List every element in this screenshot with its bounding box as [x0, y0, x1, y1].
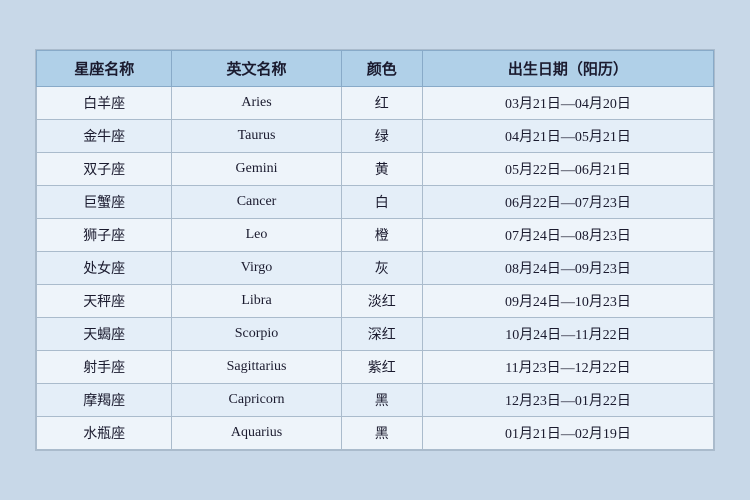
cell-english: Scorpio	[172, 318, 341, 351]
cell-english: Cancer	[172, 186, 341, 219]
cell-color: 橙	[341, 219, 422, 252]
table-header-row: 星座名称 英文名称 颜色 出生日期（阳历）	[37, 51, 714, 87]
cell-english: Gemini	[172, 153, 341, 186]
cell-english: Libra	[172, 285, 341, 318]
cell-chinese: 射手座	[37, 351, 172, 384]
cell-chinese: 天秤座	[37, 285, 172, 318]
cell-english: Taurus	[172, 120, 341, 153]
header-chinese-name: 星座名称	[37, 51, 172, 87]
table-row: 摩羯座Capricorn黑12月23日—01月22日	[37, 384, 714, 417]
table-row: 天蝎座Scorpio深红10月24日—11月22日	[37, 318, 714, 351]
cell-chinese: 水瓶座	[37, 417, 172, 450]
table-row: 巨蟹座Cancer白06月22日—07月23日	[37, 186, 714, 219]
cell-date: 05月22日—06月21日	[422, 153, 713, 186]
cell-chinese: 白羊座	[37, 87, 172, 120]
cell-english: Capricorn	[172, 384, 341, 417]
table-row: 水瓶座Aquarius黑01月21日—02月19日	[37, 417, 714, 450]
cell-color: 深红	[341, 318, 422, 351]
cell-english: Virgo	[172, 252, 341, 285]
cell-chinese: 双子座	[37, 153, 172, 186]
cell-chinese: 处女座	[37, 252, 172, 285]
cell-english: Aries	[172, 87, 341, 120]
cell-chinese: 狮子座	[37, 219, 172, 252]
cell-color: 淡红	[341, 285, 422, 318]
cell-english: Leo	[172, 219, 341, 252]
cell-date: 08月24日—09月23日	[422, 252, 713, 285]
header-color: 颜色	[341, 51, 422, 87]
cell-color: 黑	[341, 417, 422, 450]
cell-chinese: 巨蟹座	[37, 186, 172, 219]
cell-date: 12月23日—01月22日	[422, 384, 713, 417]
header-birth-date: 出生日期（阳历）	[422, 51, 713, 87]
table-row: 狮子座Leo橙07月24日—08月23日	[37, 219, 714, 252]
cell-date: 11月23日—12月22日	[422, 351, 713, 384]
cell-date: 06月22日—07月23日	[422, 186, 713, 219]
table-row: 白羊座Aries红03月21日—04月20日	[37, 87, 714, 120]
cell-english: Aquarius	[172, 417, 341, 450]
zodiac-table: 星座名称 英文名称 颜色 出生日期（阳历） 白羊座Aries红03月21日—04…	[36, 50, 714, 450]
cell-color: 绿	[341, 120, 422, 153]
cell-date: 04月21日—05月21日	[422, 120, 713, 153]
table-row: 射手座Sagittarius紫红11月23日—12月22日	[37, 351, 714, 384]
cell-english: Sagittarius	[172, 351, 341, 384]
cell-color: 黄	[341, 153, 422, 186]
cell-date: 03月21日—04月20日	[422, 87, 713, 120]
cell-chinese: 天蝎座	[37, 318, 172, 351]
header-english-name: 英文名称	[172, 51, 341, 87]
cell-color: 白	[341, 186, 422, 219]
zodiac-table-wrapper: 星座名称 英文名称 颜色 出生日期（阳历） 白羊座Aries红03月21日—04…	[35, 49, 715, 451]
cell-date: 10月24日—11月22日	[422, 318, 713, 351]
table-row: 处女座Virgo灰08月24日—09月23日	[37, 252, 714, 285]
cell-date: 09月24日—10月23日	[422, 285, 713, 318]
table-row: 天秤座Libra淡红09月24日—10月23日	[37, 285, 714, 318]
cell-date: 07月24日—08月23日	[422, 219, 713, 252]
cell-chinese: 金牛座	[37, 120, 172, 153]
table-row: 金牛座Taurus绿04月21日—05月21日	[37, 120, 714, 153]
cell-color: 黑	[341, 384, 422, 417]
cell-color: 紫红	[341, 351, 422, 384]
cell-color: 灰	[341, 252, 422, 285]
cell-chinese: 摩羯座	[37, 384, 172, 417]
table-row: 双子座Gemini黄05月22日—06月21日	[37, 153, 714, 186]
cell-date: 01月21日—02月19日	[422, 417, 713, 450]
cell-color: 红	[341, 87, 422, 120]
